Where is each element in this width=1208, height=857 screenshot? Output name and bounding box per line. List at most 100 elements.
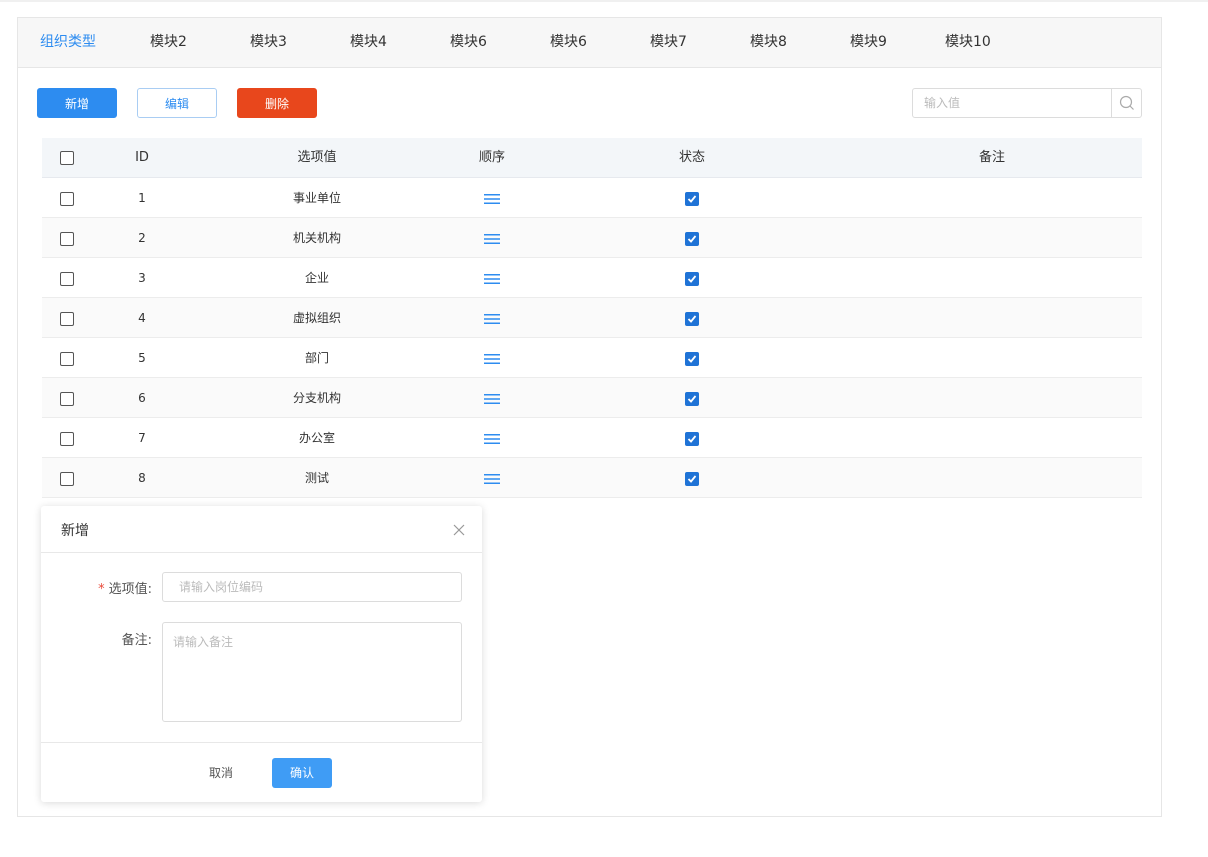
drag-handle-icon[interactable] [484, 353, 500, 365]
check-icon [687, 194, 697, 203]
row-id: 1 [138, 191, 146, 205]
row-checkbox[interactable] [60, 231, 74, 246]
module-tabs: 组织类型 模块2 模块3 模块4 模块6 模块6 模块7 模块8 模块9 模块1… [18, 18, 1161, 68]
table-row: 2 机关机构 [42, 218, 1142, 258]
table-row: 8 测试 [42, 458, 1142, 498]
tab-module8[interactable]: 模块8 [750, 18, 787, 68]
row-checkbox[interactable] [60, 271, 74, 286]
row-note [842, 258, 1142, 298]
row-note [842, 458, 1142, 498]
top-divider [0, 0, 1208, 2]
check-icon [687, 434, 697, 443]
cancel-button[interactable]: 取消 [201, 758, 241, 788]
add-button[interactable]: 新增 [37, 88, 117, 118]
table-row: 5 部门 [42, 338, 1142, 378]
row-checkbox[interactable] [60, 311, 74, 326]
row-value: 企业 [304, 271, 329, 285]
status-checkbox[interactable] [685, 191, 699, 206]
row-note [842, 378, 1142, 418]
edit-button[interactable]: 编辑 [137, 88, 217, 118]
row-checkbox[interactable] [60, 471, 74, 486]
drag-handle-icon[interactable] [484, 313, 500, 325]
status-checkbox[interactable] [685, 471, 699, 486]
drag-handle-icon[interactable] [484, 193, 500, 205]
search-input[interactable] [913, 89, 1112, 117]
row-note [842, 298, 1142, 338]
drag-handle-icon[interactable] [484, 473, 500, 485]
tab-module6-b[interactable]: 模块6 [550, 18, 587, 68]
note-textarea[interactable] [162, 622, 462, 722]
tab-module9[interactable]: 模块9 [850, 18, 887, 68]
status-checkbox[interactable] [685, 431, 699, 446]
check-icon [687, 474, 697, 483]
table-header: ID 选项值 顺序 状态 备注 [42, 138, 1142, 178]
table-row: 6 分支机构 [42, 378, 1142, 418]
row-checkbox[interactable] [60, 391, 74, 406]
table-row: 3 企业 [42, 258, 1142, 298]
header-note: 备注 [978, 150, 1005, 165]
row-id: 6 [138, 391, 146, 405]
status-checkbox[interactable] [685, 271, 699, 286]
table-row: 1 事业单位 [42, 178, 1142, 218]
toolbar: 新增 编辑 删除 [18, 88, 1161, 118]
row-value: 测试 [304, 471, 329, 485]
tab-module6-a[interactable]: 模块6 [450, 18, 487, 68]
row-note [842, 338, 1142, 378]
row-checkbox[interactable] [60, 351, 74, 366]
header-id: ID [135, 150, 149, 165]
header-status: 状态 [678, 150, 705, 165]
table-row: 4 虚拟组织 [42, 298, 1142, 338]
row-checkbox[interactable] [60, 191, 74, 206]
confirm-button[interactable]: 确认 [272, 758, 332, 788]
tab-module3[interactable]: 模块3 [250, 18, 287, 68]
row-id: 8 [138, 471, 146, 485]
status-checkbox[interactable] [685, 231, 699, 246]
row-id: 7 [138, 431, 146, 445]
dialog-header: 新增 [41, 506, 482, 553]
row-id: 4 [138, 311, 146, 325]
table-row: 7 办公室 [42, 418, 1142, 458]
check-icon [687, 234, 697, 243]
status-checkbox[interactable] [685, 391, 699, 406]
row-id: 3 [138, 271, 146, 285]
options-table: ID 选项值 顺序 状态 备注 1 事业单位 2 机关机构 3 企业 4 虚拟组织 5 部门 6 分支… [42, 138, 1142, 498]
tab-org-type[interactable]: 组织类型 [40, 18, 96, 68]
close-icon[interactable] [452, 523, 466, 537]
check-icon [687, 394, 697, 403]
search-box [912, 88, 1142, 118]
tab-module4[interactable]: 模块4 [350, 18, 387, 68]
row-value: 办公室 [298, 431, 335, 445]
drag-handle-icon[interactable] [484, 433, 500, 445]
option-value-input[interactable] [162, 572, 462, 602]
row-value: 部门 [304, 351, 329, 365]
field-value-label: * 选项值: [98, 582, 152, 597]
tab-module2[interactable]: 模块2 [150, 18, 187, 68]
select-all-checkbox[interactable] [60, 150, 74, 165]
row-value: 机关机构 [292, 231, 341, 245]
row-note [842, 178, 1142, 218]
status-checkbox[interactable] [685, 351, 699, 366]
required-mark: * [98, 582, 105, 597]
header-order: 顺序 [478, 150, 505, 165]
row-value: 分支机构 [292, 391, 341, 405]
check-icon [687, 274, 697, 283]
tab-module10[interactable]: 模块10 [945, 18, 991, 68]
dialog-footer: 取消 确认 [41, 742, 482, 802]
check-icon [687, 314, 697, 323]
row-id: 2 [138, 231, 146, 245]
row-checkbox[interactable] [60, 431, 74, 446]
add-dialog: 新增 *选项值: 备注: 取消 确认 [41, 506, 482, 802]
tab-module7[interactable]: 模块7 [650, 18, 687, 68]
drag-handle-icon[interactable] [484, 233, 500, 245]
search-button[interactable] [1111, 89, 1141, 117]
field-note-label: 备注: [121, 633, 152, 648]
row-value: 事业单位 [292, 191, 341, 205]
delete-button[interactable]: 删除 [237, 88, 317, 118]
status-checkbox[interactable] [685, 311, 699, 326]
dialog-title: 新增 [61, 523, 89, 539]
drag-handle-icon[interactable] [484, 273, 500, 285]
row-value: 虚拟组织 [292, 311, 341, 325]
search-icon [1119, 95, 1134, 110]
drag-handle-icon[interactable] [484, 393, 500, 405]
check-icon [687, 354, 697, 363]
